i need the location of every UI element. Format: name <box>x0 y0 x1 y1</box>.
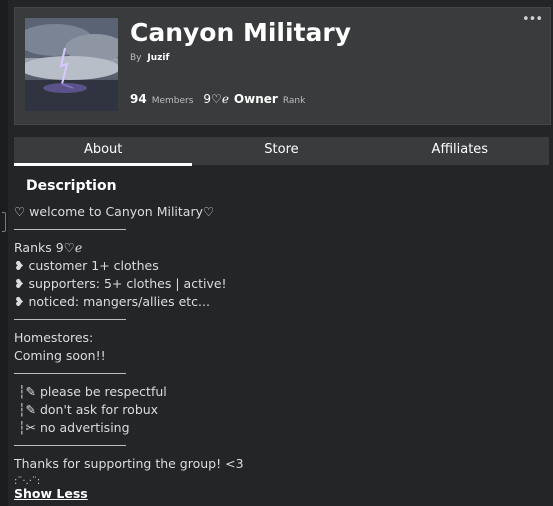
description-body: ♡ welcome to Canyon Military♡ Ranks 9♡ℯ … <box>14 203 534 491</box>
description-line: ❥ customer 1+ clothes <box>14 258 159 273</box>
show-less-link[interactable]: Show Less <box>14 486 88 501</box>
tab-affiliates[interactable]: Affiliates <box>371 137 549 165</box>
description-line: ♡ welcome to Canyon Military♡ <box>14 204 215 219</box>
description-line: Homestores: <box>14 330 94 345</box>
divider <box>14 221 534 239</box>
rank-label: Rank <box>282 96 306 106</box>
description-line: Coming soon!! <box>14 348 106 363</box>
by-prefix: By <box>130 53 142 63</box>
members-label: Members <box>151 96 194 106</box>
description-line: ❥ supporters: 5+ clothes | active! <box>14 276 227 291</box>
rank-role: Owner <box>233 92 278 106</box>
description-line: Ranks 9♡ℯ <box>14 240 83 255</box>
description-line: Thanks for supporting the group! <3 <box>14 456 244 471</box>
description-line: :¨·.·¨: <box>14 476 41 487</box>
tab-store[interactable]: Store <box>192 137 370 165</box>
description-line: ┆✎ please be respectful <box>14 384 167 399</box>
divider <box>14 365 534 383</box>
more-options-icon[interactable]: ••• <box>522 12 543 27</box>
tab-about[interactable]: About <box>14 137 193 166</box>
rank-name: 9♡ℯ <box>203 92 229 106</box>
description-line: ┆✎ don't ask for robux <box>14 402 159 417</box>
left-panel-edge <box>0 0 8 506</box>
description-line: ┆✂ no advertising <box>14 420 130 435</box>
group-tabs: About Store Affiliates <box>14 137 549 166</box>
description-heading: Description <box>26 178 117 194</box>
divider <box>14 437 534 455</box>
members-count: 94 <box>130 92 147 106</box>
group-header: Canyon Military By Juzif ••• 94 Members … <box>14 7 551 125</box>
group-emblem-image <box>25 18 118 111</box>
description-line: ❥ noticed: mangers/allies etc... <box>14 294 210 309</box>
group-name: Canyon Military <box>130 18 352 47</box>
owner-link[interactable]: Juzif <box>147 53 169 63</box>
collapse-handle[interactable] <box>2 212 6 232</box>
divider <box>14 311 534 329</box>
group-owner-line: By Juzif <box>130 53 169 63</box>
group-stats: 94 Members 9♡ℯ Owner Rank <box>130 92 315 106</box>
